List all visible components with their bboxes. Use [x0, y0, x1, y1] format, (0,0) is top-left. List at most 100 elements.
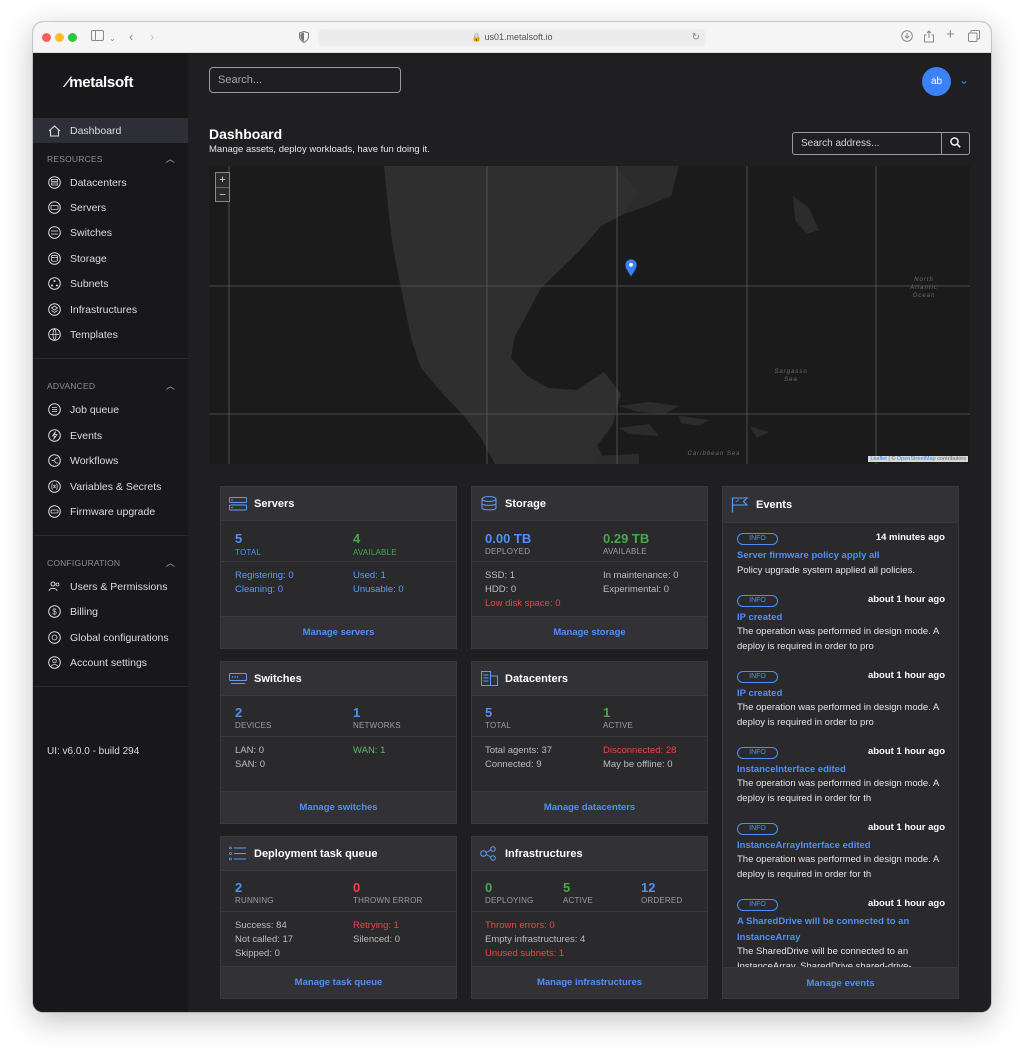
sidebar-item-label: Datacenters [70, 176, 127, 189]
tasks-success: Success: 84 [235, 920, 287, 931]
map-pin-icon[interactable] [625, 259, 637, 282]
leaflet-link[interactable]: Leaflet [870, 456, 887, 462]
main-content: ab ⌄ Dashboard Manage assets, deploy wor… [188, 53, 991, 1012]
share-icon[interactable] [923, 30, 935, 46]
datacenters-connected: Connected: 9 [485, 759, 542, 770]
storage-hdd: HDD: 0 [485, 584, 517, 595]
svg-text:$: $ [52, 608, 57, 617]
close-window-button[interactable] [42, 33, 51, 42]
global-search-input[interactable] [209, 67, 401, 93]
map-label-caribbean: Caribbean Sea [687, 451, 741, 457]
event-title[interactable]: IP created [737, 610, 945, 626]
datacenters-total-value: 5 [485, 705, 493, 720]
datacenters-offline: May be offline: 0 [603, 759, 673, 770]
sidebar-item-billing[interactable]: $ Billing [33, 599, 188, 624]
manage-datacenters-link[interactable]: Manage datacenters [472, 791, 707, 823]
page-title: Dashboard [209, 126, 283, 142]
storage-deployed-label: DEPLOYED [485, 547, 531, 556]
servers-available-label: AVAILABLE [353, 548, 397, 557]
zoom-out-button[interactable]: − [216, 187, 229, 201]
sidebar-item-account-settings[interactable]: Account settings [33, 650, 188, 675]
privacy-shield-icon[interactable] [299, 30, 309, 46]
manage-switches-link[interactable]: Manage switches [221, 791, 456, 823]
sidebar-item-templates[interactable]: Templates [33, 322, 188, 347]
metalsoft-logo[interactable]: ∕metalsoft [66, 74, 134, 91]
address-search-button[interactable] [941, 132, 970, 155]
event-title[interactable]: InstanceArrayInterface edited [737, 838, 945, 854]
sidebar-item-job-queue[interactable]: Job queue [33, 397, 188, 422]
chevron-down-icon[interactable]: ⌄ [109, 32, 116, 46]
datacenters-agents: Total agents: 37 [485, 745, 553, 756]
zoom-in-button[interactable]: + [216, 173, 229, 187]
osm-link[interactable]: OpenStreetMap [897, 456, 936, 462]
sidebar-item-events[interactable]: Events [33, 423, 188, 448]
sidebar-item-variables-secrets[interactable]: Variables & Secrets [33, 474, 188, 499]
switches-card: Switches 2 DEVICES 1 NETWORKS LAN: 0 SAN… [220, 661, 457, 824]
section-advanced[interactable]: ADVANCED ︿ [47, 379, 175, 392]
manage-task-queue-link[interactable]: Manage task queue [221, 966, 456, 998]
manage-events-link[interactable]: Manage events [723, 967, 958, 998]
sidebar-item-subnets[interactable]: Subnets [33, 271, 188, 296]
sidebar-item-storage[interactable]: Storage [33, 246, 188, 271]
sidebar-item-infrastructures[interactable]: Infrastructures [33, 297, 188, 322]
servers-used: Used: 1 [353, 570, 386, 581]
chevron-up-icon: ︿ [165, 154, 175, 164]
sidebar-toggle-icon[interactable] [91, 30, 105, 45]
manage-servers-link[interactable]: Manage servers [221, 616, 456, 648]
minimize-window-button[interactable] [55, 33, 64, 42]
chevron-down-icon[interactable]: ⌄ [959, 73, 969, 87]
template-icon [47, 328, 61, 342]
new-tab-icon[interactable]: + [946, 27, 955, 42]
manage-infrastructures-link[interactable]: Manage infrastructures [472, 966, 707, 998]
event-title[interactable]: InstanceInterface edited [737, 762, 945, 778]
sidebar-item-global-configurations[interactable]: Global configurations [33, 625, 188, 650]
variables-icon [47, 480, 61, 494]
manage-storage-link[interactable]: Manage storage [472, 616, 707, 648]
sidebar-item-label: Billing [70, 605, 99, 618]
download-icon[interactable] [901, 30, 913, 45]
tasks-silenced: Silenced: 0 [353, 934, 401, 945]
event-badge: INFO [737, 747, 778, 759]
tabs-overview-icon[interactable] [968, 30, 980, 45]
sidebar-item-label: Dashboard [70, 124, 122, 137]
sidebar-item-dashboard[interactable]: Dashboard [33, 118, 188, 143]
event-description: The operation was performed in design mo… [737, 702, 939, 728]
tasks-retrying: Retrying: 1 [353, 920, 399, 931]
reload-icon[interactable]: ↻ [692, 29, 700, 46]
storage-deployed-value: 0.00 TB [485, 531, 532, 546]
sidebar-item-switches[interactable]: Switches [33, 220, 188, 245]
event-description: The SharedDrive will be connected to an … [737, 946, 912, 967]
address-bar[interactable]: 🔒 us01.metalsoft.io ↻ [318, 29, 706, 46]
avatar[interactable]: ab [922, 67, 951, 96]
sidebar-item-users-permissions[interactable]: Users & Permissions [33, 574, 188, 599]
maximize-window-button[interactable] [68, 33, 77, 42]
sidebar-item-firmware-upgrade[interactable]: Firmware upgrade [33, 499, 188, 524]
section-configuration[interactable]: CONFIGURATION ︿ [47, 556, 175, 569]
forward-icon[interactable]: › [150, 30, 154, 44]
event-title[interactable]: IP created [737, 686, 945, 702]
events-card: Events INFO 14 minutes ago Server firmwa… [722, 486, 959, 999]
users-icon [47, 580, 61, 594]
storage-available-value: 0.29 TB [603, 531, 650, 546]
database-icon [480, 496, 498, 511]
back-icon[interactable]: ‹ [129, 30, 133, 44]
tasks-running-value: 2 [235, 880, 243, 895]
event-time: about 1 hour ago [867, 594, 945, 605]
flag-icon [731, 496, 749, 512]
switches-devices-value: 2 [235, 705, 243, 720]
address-search-input[interactable] [792, 132, 941, 155]
map[interactable]: + − North Atlantic Ocean Sargasso Sea Ca… [209, 166, 970, 464]
sidebar-item-datacenters[interactable]: Datacenters [33, 170, 188, 195]
page-subtitle: Manage assets, deploy workloads, have fu… [209, 144, 430, 155]
sidebar-item-servers[interactable]: Servers [33, 195, 188, 220]
sidebar-item-workflows[interactable]: Workflows [33, 448, 188, 473]
section-resources[interactable]: RESOURCES ︿ [47, 152, 175, 165]
switch-icon [47, 226, 61, 240]
event-title[interactable]: Server firmware policy apply all [737, 548, 945, 564]
event-title[interactable]: A SharedDrive will be connected to an In… [737, 914, 927, 946]
sidebar-item-label: Workflows [70, 454, 119, 467]
server-icon [47, 201, 61, 215]
switches-devices-label: DEVICES [235, 721, 272, 730]
card-title: Storage [505, 497, 546, 510]
storage-low-disk: Low disk space: 0 [485, 598, 561, 609]
